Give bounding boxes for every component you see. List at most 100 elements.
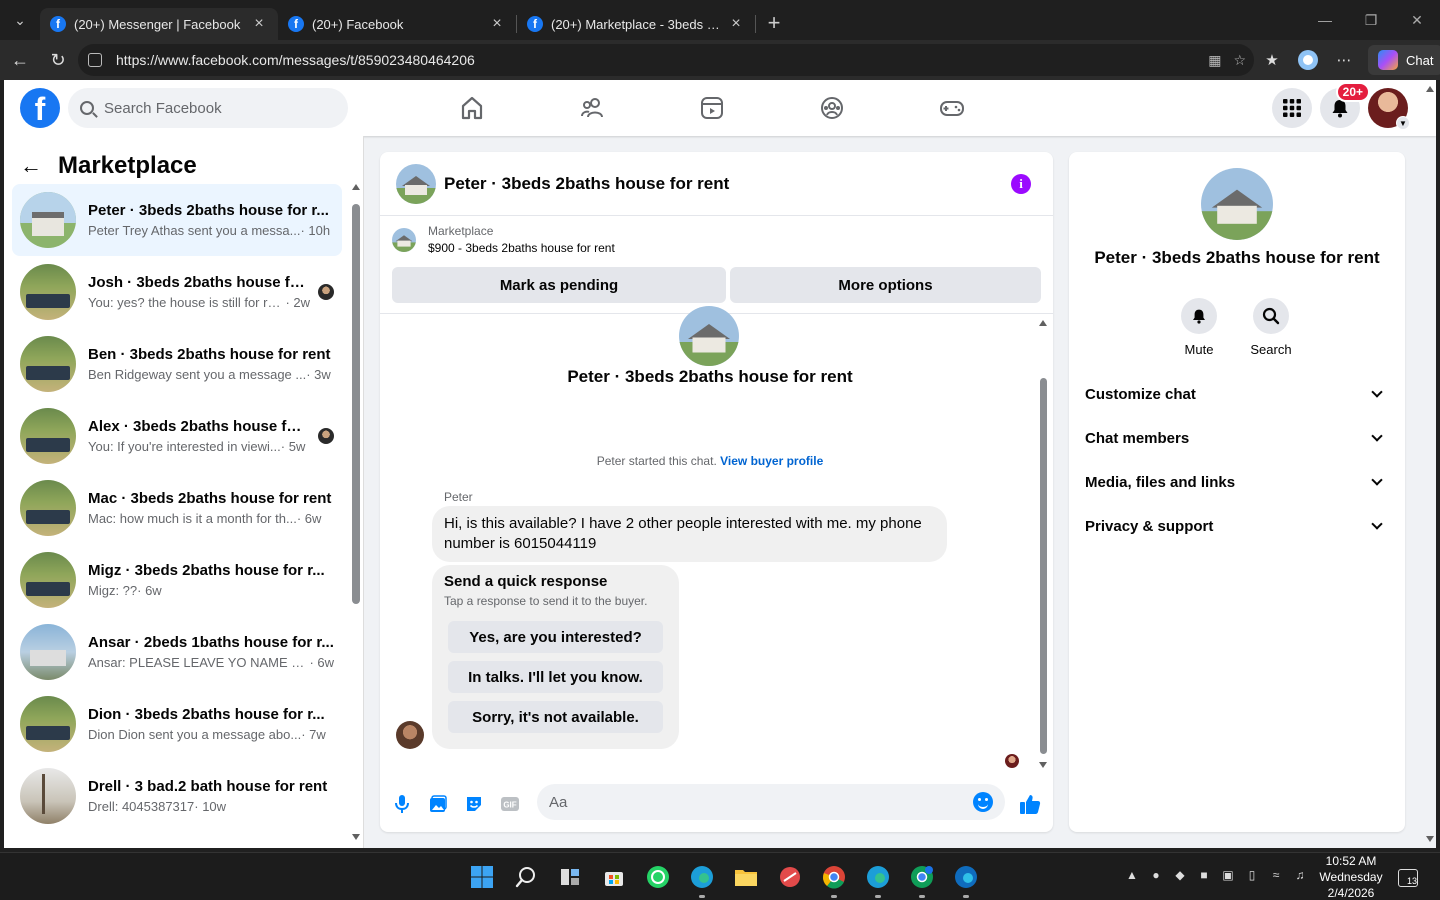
conversation-scrollbar[interactable] xyxy=(352,184,360,844)
whatsapp-icon[interactable] xyxy=(640,861,676,893)
back-arrow-icon[interactable]: ← xyxy=(20,153,42,179)
url-field[interactable]: https://www.facebook.com/messages/t/8590… xyxy=(78,44,1254,76)
tray-app-icon[interactable]: ◆ xyxy=(1172,867,1188,883)
chat-scrollbar[interactable] xyxy=(1039,320,1047,772)
chat-members-section[interactable]: Chat members xyxy=(1085,416,1389,460)
mute-button[interactable]: Mute xyxy=(1169,298,1229,357)
chrome-icon[interactable] xyxy=(816,861,852,898)
browser-tab-messenger[interactable]: f (20+) Messenger | Facebook × xyxy=(40,8,278,40)
conversation-item[interactable]: Drell · 3 bad.2 bath house for rent Drell… xyxy=(12,760,342,832)
nav-video[interactable] xyxy=(652,80,772,136)
chat-profile-avatar[interactable] xyxy=(679,306,739,366)
tab-close-icon[interactable]: × xyxy=(727,15,745,33)
conversation-item[interactable]: Ansar · 2beds 1baths house for r... Ansar… xyxy=(12,616,342,688)
media-files-links-section[interactable]: Media, files and links xyxy=(1085,460,1389,504)
reload-icon[interactable]: ↻ xyxy=(40,42,76,78)
message-input[interactable]: Aa xyxy=(537,784,1005,820)
edge-icon[interactable] xyxy=(684,861,720,898)
favorite-star-icon[interactable]: ☆ xyxy=(1233,52,1246,69)
volume-icon[interactable]: ♫ xyxy=(1292,867,1308,883)
notifications-button[interactable]: 20+ xyxy=(1320,82,1370,128)
edge-dev-icon[interactable] xyxy=(860,861,896,898)
file-explorer-icon[interactable] xyxy=(728,861,764,893)
chrome-profile-icon[interactable] xyxy=(904,861,940,898)
snipping-tool-icon[interactable] xyxy=(772,861,808,893)
conversation-item[interactable]: Alex · 3beds 2baths house for... You: If … xyxy=(12,400,342,472)
search-icon[interactable] xyxy=(508,861,544,893)
more-options-button[interactable]: More options xyxy=(730,267,1041,303)
sticker-icon[interactable] xyxy=(462,792,486,816)
conversation-item[interactable]: Migz · 3beds 2baths house for r... Migz: … xyxy=(12,544,342,616)
emoji-icon[interactable] xyxy=(973,792,993,812)
edge-beta-icon[interactable] xyxy=(948,861,984,898)
browser-tab-facebook[interactable]: f (20+) Facebook × xyxy=(278,8,516,40)
privacy-support-section[interactable]: Privacy & support xyxy=(1085,504,1389,548)
gif-icon[interactable]: GIF xyxy=(498,792,522,816)
extension-icon[interactable] xyxy=(1296,48,1320,72)
scroll-up-arrow-icon[interactable] xyxy=(1039,320,1047,326)
nav-friends[interactable] xyxy=(532,80,652,136)
back-arrow-icon[interactable]: ← xyxy=(2,42,38,78)
microphone-icon[interactable] xyxy=(390,792,414,816)
tray-app-icon[interactable]: ● xyxy=(1148,867,1164,883)
quick-response-button[interactable]: In talks. I'll let you know. xyxy=(448,661,663,693)
scrollbar-thumb[interactable] xyxy=(352,204,360,604)
tray-app-icon[interactable]: ▣ xyxy=(1220,867,1236,883)
system-clock[interactable]: 10:52 AM Wednesday 2/4/2026 xyxy=(1312,853,1390,900)
facebook-search-input[interactable]: Search Facebook xyxy=(68,88,348,128)
account-avatar[interactable]: ▼ xyxy=(1368,88,1410,130)
info-avatar[interactable] xyxy=(1201,168,1273,240)
search-in-chat-button[interactable]: Search xyxy=(1241,298,1301,357)
nav-home[interactable] xyxy=(412,80,532,136)
page-scrollbar[interactable] xyxy=(1424,80,1436,848)
wifi-icon[interactable]: ≈ xyxy=(1268,867,1284,883)
copilot-chat-button[interactable]: Chat xyxy=(1368,45,1440,75)
battery-icon[interactable]: ▯ xyxy=(1244,867,1260,883)
quick-response-button[interactable]: Yes, are you interested? xyxy=(448,621,663,653)
task-view-icon[interactable] xyxy=(552,861,588,893)
notification-center-icon[interactable]: 13 xyxy=(1398,869,1418,887)
nav-gaming[interactable] xyxy=(892,80,1012,136)
menu-grid-button[interactable] xyxy=(1272,88,1312,128)
listing-row[interactable]: Marketplace $900 - 3beds 2baths house fo… xyxy=(392,224,615,255)
facebook-logo-icon[interactable]: f xyxy=(20,88,60,128)
conversation-item[interactable]: Dion · 3beds 2baths house for r... Dion D… xyxy=(12,688,342,760)
nav-groups[interactable] xyxy=(772,80,892,136)
conversation-item[interactable]: Mac · 3beds 2baths house for rent Mac: ho… xyxy=(12,472,342,544)
scrollbar-thumb[interactable] xyxy=(1040,378,1047,754)
scroll-down-arrow-icon[interactable] xyxy=(1039,762,1047,768)
hidden-icons-icon[interactable]: ▲ xyxy=(1124,867,1140,883)
site-info-icon[interactable] xyxy=(88,53,102,67)
conversation-item[interactable]: Peter · 3beds 2baths house for r... Peter… xyxy=(12,184,342,256)
maximize-icon[interactable]: ❐ xyxy=(1348,0,1394,40)
store-icon[interactable] xyxy=(596,861,632,893)
close-window-icon[interactable]: ✕ xyxy=(1394,0,1440,40)
tab-list-chevron-icon[interactable]: ⌄ xyxy=(0,0,40,40)
more-options-ellipsis-icon[interactable]: ⋯ xyxy=(1332,48,1356,72)
start-windows-icon[interactable] xyxy=(464,861,500,893)
sender-avatar[interactable] xyxy=(396,721,424,749)
info-icon[interactable]: i xyxy=(1011,174,1031,194)
scroll-up-arrow-icon[interactable] xyxy=(1426,86,1434,92)
app-install-icon[interactable]: ▦ xyxy=(1208,52,1221,69)
photo-attach-icon[interactable] xyxy=(426,792,450,816)
thumbs-up-icon[interactable] xyxy=(1018,792,1042,816)
scroll-up-arrow-icon[interactable] xyxy=(352,184,360,190)
chat-avatar[interactable] xyxy=(396,163,436,204)
tab-close-icon[interactable]: × xyxy=(250,15,268,33)
new-tab-plus-icon[interactable]: + xyxy=(756,7,792,39)
conversation-item[interactable]: Ben · 3beds 2baths house for rent Ben Rid… xyxy=(12,328,342,400)
favorites-icon[interactable]: ★ xyxy=(1260,48,1284,72)
scroll-down-arrow-icon[interactable] xyxy=(352,834,360,840)
chat-title[interactable]: Peter · 3beds 2baths house for rent xyxy=(444,174,729,194)
minimize-icon[interactable]: — xyxy=(1302,0,1348,40)
tray-app-icon[interactable]: ■ xyxy=(1196,867,1212,883)
scroll-down-arrow-icon[interactable] xyxy=(1426,836,1434,842)
customize-chat-section[interactable]: Customize chat xyxy=(1085,372,1389,416)
tab-close-icon[interactable]: × xyxy=(488,15,506,33)
browser-tab-marketplace[interactable]: f (20+) Marketplace - 3beds 2baths × xyxy=(517,8,755,40)
mark-as-pending-button[interactable]: Mark as pending xyxy=(392,267,726,303)
quick-response-button[interactable]: Sorry, it's not available. xyxy=(448,701,663,733)
view-buyer-profile-link[interactable]: View buyer profile xyxy=(720,454,823,468)
conversation-item[interactable]: Josh · 3beds 2baths house for... You: yes… xyxy=(12,256,342,328)
